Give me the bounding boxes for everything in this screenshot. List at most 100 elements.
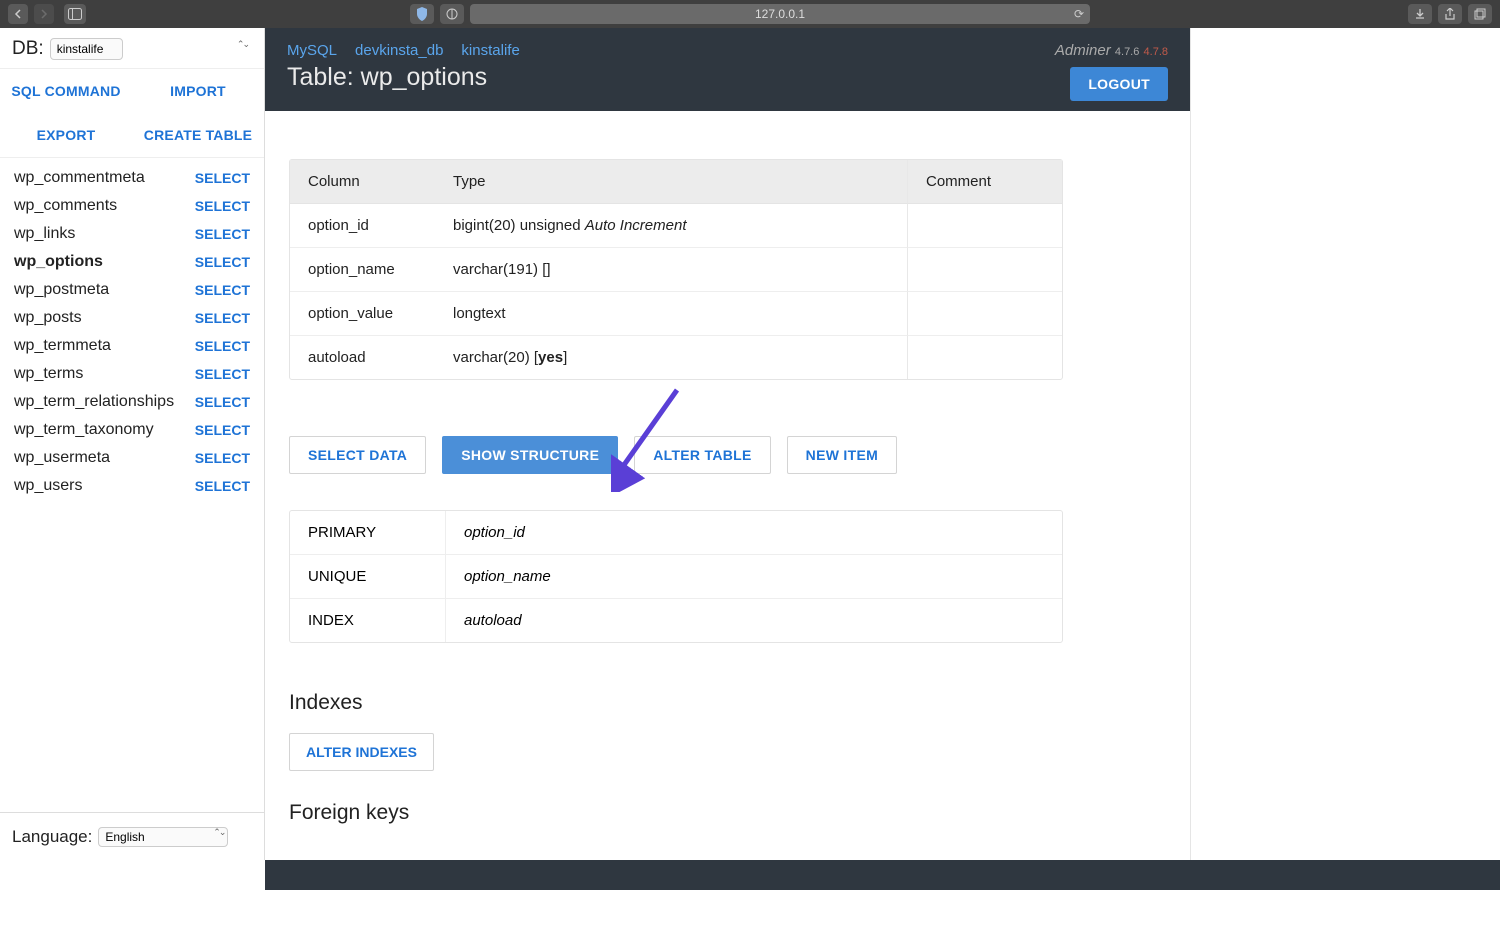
tabs-icon[interactable] [1468,4,1492,24]
breadcrumb: MySQL devkinsta_db kinstalife [287,42,520,59]
right-pane [1190,28,1500,860]
index-row: PRIMARYoption_id [290,511,1062,555]
table-item-wp_links: wp_links SELECT [0,220,264,248]
table-name-link[interactable]: wp_term_taxonomy [14,421,154,439]
language-label: Language: [12,827,92,847]
indexes-summary-table: PRIMARYoption_idUNIQUEoption_nameINDEXau… [289,510,1063,643]
table-select-link[interactable]: SELECT [195,450,250,466]
table-select-link[interactable]: SELECT [195,282,250,298]
new-item-button[interactable]: NEW ITEM [787,436,897,474]
column-name: option_value [290,292,435,336]
export-link[interactable]: EXPORT [0,113,132,157]
table-select-link[interactable]: SELECT [195,226,250,242]
table-name-link[interactable]: wp_termmeta [14,337,111,355]
column-type: longtext [435,292,907,336]
alter-table-button[interactable]: ALTER TABLE [634,436,770,474]
breadcrumb-mysql[interactable]: MySQL [287,42,337,59]
sql-command-link[interactable]: SQL COMMAND [0,69,132,113]
table-name-link[interactable]: wp_postmeta [14,281,109,299]
import-link[interactable]: IMPORT [132,69,264,113]
index-column: option_id [445,511,1062,555]
index-row: UNIQUEoption_name [290,555,1062,599]
column-type: varchar(191) [] [435,248,907,292]
index-kind: PRIMARY [290,511,445,555]
table-name-link[interactable]: wp_term_relationships [14,393,174,411]
forward-button[interactable] [34,4,54,24]
table-name-link[interactable]: wp_comments [14,197,117,215]
table-select-link[interactable]: SELECT [195,366,250,382]
table-select-link[interactable]: SELECT [195,478,250,494]
column-name: option_name [290,248,435,292]
structure-table: Column Type Comment option_idbigint(20) … [289,159,1063,380]
column-comment [907,292,1062,336]
column-comment [907,204,1062,248]
table-name-link[interactable]: wp_commentmeta [14,169,145,187]
table-item-wp_usermeta: wp_usermeta SELECT [0,444,264,472]
table-item-wp_term_taxonomy: wp_term_taxonomy SELECT [0,416,264,444]
table-row: option_valuelongtext [290,292,1062,336]
table-select-link[interactable]: SELECT [195,198,250,214]
table-item-wp_comments: wp_comments SELECT [0,192,264,220]
create-table-link[interactable]: CREATE TABLE [132,113,264,157]
footer-bar [265,860,1500,890]
breadcrumb-db[interactable]: devkinsta_db [355,42,443,59]
table-row: option_namevarchar(191) [] [290,248,1062,292]
table-select-link[interactable]: SELECT [195,338,250,354]
indexes-heading: Indexes [289,691,1166,715]
th-type: Type [435,160,907,204]
share-icon[interactable] [1438,4,1462,24]
alter-indexes-button[interactable]: ALTER INDEXES [289,733,434,771]
url-text: 127.0.0.1 [755,7,805,21]
table-item-wp_commentmeta: wp_commentmeta SELECT [0,164,264,192]
table-select-link[interactable]: SELECT [195,310,250,326]
th-column: Column [290,160,435,204]
show-structure-button[interactable]: SHOW STRUCTURE [442,436,618,474]
breadcrumb-schema[interactable]: kinstalife [461,42,519,59]
reload-icon[interactable]: ⟳ [1074,7,1084,21]
privacy-shield-icon[interactable] [410,4,434,24]
table-name-link[interactable]: wp_usermeta [14,449,110,467]
table-list: wp_commentmetaSELECTwp_commentsSELECTwp_… [0,158,264,812]
table-row: option_idbigint(20) unsigned Auto Increm… [290,204,1062,248]
th-comment: Comment [907,160,1062,204]
reader-icon[interactable] [440,4,464,24]
table-item-wp_term_relationships: wp_term_relationships SELECT [0,388,264,416]
table-select-link[interactable]: SELECT [195,254,250,270]
table-name-link[interactable]: wp_posts [14,309,82,327]
downloads-icon[interactable] [1408,4,1432,24]
column-type: bigint(20) unsigned Auto Increment [435,204,907,248]
foreign-keys-heading: Foreign keys [289,801,1166,825]
table-item-wp_users: wp_users SELECT [0,472,264,500]
column-name: option_id [290,204,435,248]
table-item-wp_terms: wp_terms SELECT [0,360,264,388]
address-bar[interactable]: 127.0.0.1 ⟳ [470,4,1090,24]
table-name-link[interactable]: wp_users [14,477,82,495]
index-kind: INDEX [290,599,445,642]
back-button[interactable] [8,4,28,24]
select-data-button[interactable]: SELECT DATA [289,436,426,474]
table-name-link[interactable]: wp_links [14,225,75,243]
table-name-link[interactable]: wp_options [14,253,103,271]
sidebar: DB: kinstalife SQL COMMAND IMPORT EXPORT… [0,28,265,860]
db-select[interactable]: kinstalife [50,38,123,60]
table-select-link[interactable]: SELECT [195,394,250,410]
table-item-wp_options: wp_options SELECT [0,248,264,276]
db-label: DB: [12,38,44,60]
table-name-link[interactable]: wp_terms [14,365,83,383]
sidebar-toggle-icon[interactable] [64,4,86,24]
index-column: option_name [445,555,1062,599]
column-name: autoload [290,336,435,379]
index-kind: UNIQUE [290,555,445,599]
column-comment [907,336,1062,379]
table-item-wp_posts: wp_posts SELECT [0,304,264,332]
table-select-link[interactable]: SELECT [195,170,250,186]
column-comment [907,248,1062,292]
language-select[interactable]: English [98,827,228,847]
table-item-wp_postmeta: wp_postmeta SELECT [0,276,264,304]
page-title: Table: wp_options [287,63,520,92]
logout-button[interactable]: LOGOUT [1070,67,1168,101]
table-item-wp_termmeta: wp_termmeta SELECT [0,332,264,360]
main-content: MySQL devkinsta_db kinstalife Table: wp_… [265,28,1190,860]
table-select-link[interactable]: SELECT [195,422,250,438]
index-row: INDEXautoload [290,599,1062,642]
